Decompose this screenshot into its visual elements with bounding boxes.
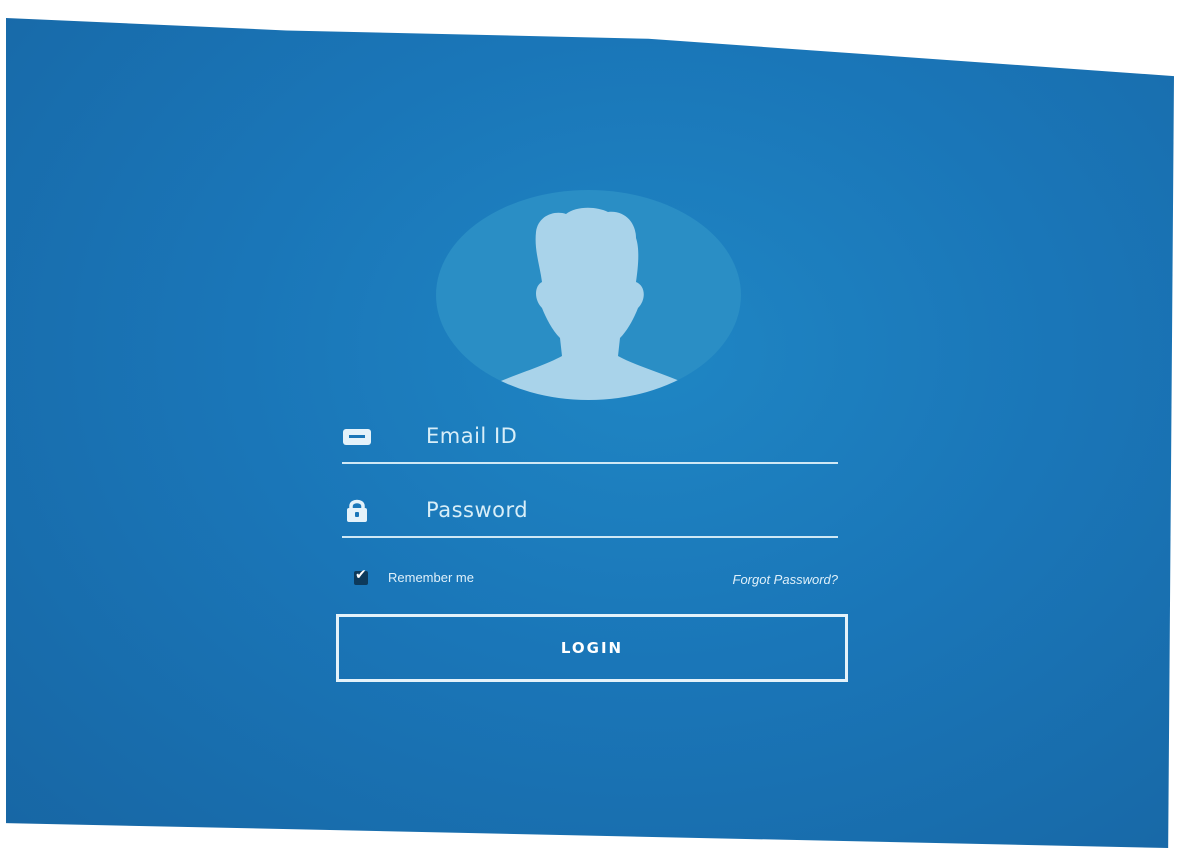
envelope-icon [343,429,371,445]
email-underline [342,462,838,464]
email-input[interactable] [426,418,826,454]
password-underline [342,536,838,538]
remember-checkbox[interactable]: ✔ [354,567,368,585]
user-silhouette-icon [494,207,686,400]
remember-me: ✔ Remember me [354,567,474,585]
email-field [342,418,838,466]
forgot-password-link[interactable]: Forgot Password? [733,572,839,587]
login-screen: ✔ Remember me Forgot Password? LOGIN [6,18,1174,848]
login-form: ✔ Remember me Forgot Password? LOGIN [336,190,856,690]
check-icon: ✔ [355,566,367,583]
login-options: ✔ Remember me Forgot Password? [354,567,844,594]
avatar [436,190,741,400]
password-field [342,492,838,540]
login-button[interactable]: LOGIN [336,614,848,682]
remember-label[interactable]: Remember me [388,570,474,585]
lock-icon [347,499,367,522]
password-input[interactable] [426,492,826,528]
